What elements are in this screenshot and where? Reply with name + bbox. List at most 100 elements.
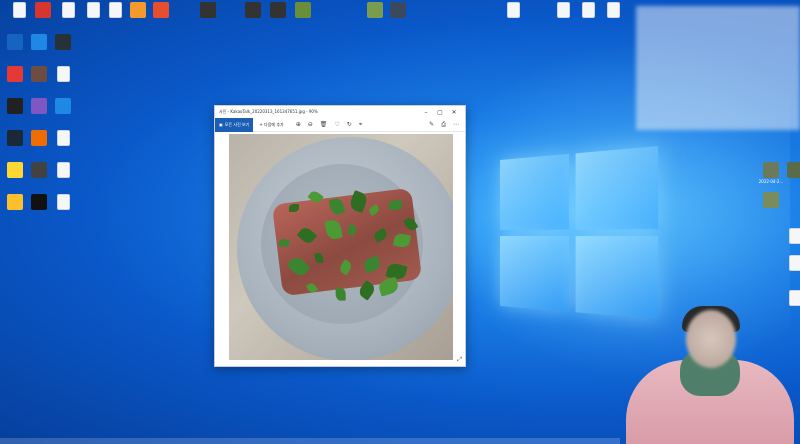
desktop-top-icon-0[interactable] bbox=[6, 2, 32, 19]
desktop-left-icon-2[interactable] bbox=[50, 34, 76, 51]
desktop-left-icon-6-icon bbox=[7, 98, 23, 114]
desktop-top-icon-2-icon bbox=[61, 2, 75, 18]
desktop-right-icon-3[interactable] bbox=[782, 228, 800, 245]
title-bar[interactable]: 사진 - KakaoTalk_20220313_161347651.jpg - … bbox=[215, 106, 465, 118]
desktop-top-icon-0-icon bbox=[12, 2, 26, 18]
print-icon[interactable]: ⎙ bbox=[441, 121, 446, 129]
herb-leaf bbox=[335, 287, 346, 301]
desktop-top-icon-6[interactable] bbox=[148, 2, 174, 19]
desktop-top-icon-2[interactable] bbox=[55, 2, 81, 19]
desktop-right-icon-4[interactable] bbox=[782, 255, 800, 272]
desktop-left-icon-8-icon bbox=[55, 98, 71, 114]
desktop-top-icon-1-icon bbox=[35, 2, 51, 18]
crop-icon[interactable]: ⌖ bbox=[359, 121, 362, 129]
desktop-right-icon-4-icon bbox=[788, 255, 800, 271]
desktop-top-icon-16[interactable] bbox=[600, 2, 626, 19]
blurred-face bbox=[686, 310, 736, 368]
desktop-top-icon-11-icon bbox=[367, 2, 383, 18]
desktop-left-icon-14[interactable] bbox=[50, 162, 76, 179]
desktop-left-icon-8[interactable] bbox=[50, 98, 76, 115]
herb-leaf bbox=[289, 204, 299, 212]
taskbar-edge bbox=[0, 438, 620, 444]
desktop-left-icon-7[interactable] bbox=[26, 98, 52, 115]
desktop-top-icon-16-icon bbox=[606, 2, 620, 18]
desktop-top-icon-7-icon bbox=[200, 2, 216, 18]
desktop-top-icon-14-icon bbox=[556, 2, 570, 18]
desktop-right-icon-1[interactable] bbox=[782, 162, 800, 179]
desktop-top-icon-3-icon bbox=[86, 2, 100, 18]
desktop-top-icon-13-icon bbox=[506, 2, 520, 18]
desktop-right-icon-2[interactable] bbox=[758, 192, 784, 209]
desktop-top-icon-10[interactable] bbox=[290, 2, 316, 19]
desktop-left-icon-16-icon bbox=[31, 194, 47, 210]
food-photo bbox=[229, 134, 453, 360]
see-all-photos-label: 모든 사진 보기 bbox=[224, 121, 250, 127]
desktop-right-icon-1-icon bbox=[787, 162, 800, 178]
desktop-top-icon-9[interactable] bbox=[265, 2, 291, 19]
desktop-top-icon-12[interactable] bbox=[385, 2, 411, 19]
desktop-left-icon-7-icon bbox=[31, 98, 47, 114]
desktop-left-icon-4[interactable] bbox=[26, 66, 52, 83]
desktop-top-icon-1[interactable] bbox=[30, 2, 56, 19]
desktop-left-icon-3[interactable] bbox=[2, 66, 28, 83]
desktop-left-icon-10[interactable] bbox=[26, 130, 52, 147]
desktop-left-icon-2-icon bbox=[55, 34, 71, 50]
zoom-out-icon[interactable]: ⊖ bbox=[308, 121, 313, 129]
add-to-button[interactable]: + 다음에 추가 bbox=[253, 122, 289, 128]
desktop-left-icon-9-icon bbox=[7, 130, 23, 146]
desktop-top-icon-15-icon bbox=[581, 2, 595, 18]
desktop-top-icon-8[interactable] bbox=[240, 2, 266, 19]
desktop-left-icon-6[interactable] bbox=[2, 98, 28, 115]
desktop-top-icon-15[interactable] bbox=[575, 2, 601, 19]
desktop-left-icon-5[interactable] bbox=[50, 66, 76, 83]
desktop-left-icon-12[interactable] bbox=[2, 162, 28, 179]
zoom-in-icon[interactable]: ⊕ bbox=[296, 121, 301, 129]
desktop-left-icon-14-icon bbox=[56, 162, 70, 178]
desktop-top-icon-8-icon bbox=[245, 2, 261, 18]
desktop-top-icon-6-icon bbox=[153, 2, 169, 18]
desktop-right-icon-2-icon bbox=[763, 192, 779, 208]
gallery-icon: ▣ bbox=[219, 122, 223, 127]
windows-logo bbox=[500, 146, 663, 325]
desktop-left-icon-1[interactable] bbox=[26, 34, 52, 51]
desktop-right-icon-5[interactable] bbox=[782, 290, 800, 307]
blurred-region bbox=[636, 6, 800, 130]
desktop-right-icon-3-icon bbox=[788, 228, 800, 244]
desktop-left-icon-13[interactable] bbox=[26, 162, 52, 179]
desktop-top-icon-12-icon bbox=[390, 2, 406, 18]
herb-leaf bbox=[314, 252, 324, 264]
edit-icon[interactable]: ✎ bbox=[429, 121, 434, 129]
webcam-person bbox=[620, 306, 800, 444]
desktop-top-icon-7[interactable] bbox=[195, 2, 221, 19]
desktop-left-icon-15-icon bbox=[7, 194, 23, 210]
desktop-left-icon-13-icon bbox=[31, 162, 47, 178]
delete-icon[interactable]: 🗑 bbox=[320, 121, 328, 129]
desktop-top-icon-13[interactable] bbox=[500, 2, 526, 19]
viewer-toolbar: ▣ 모든 사진 보기 + 다음에 추가 ⊕ ⊖ 🗑 ♡ ↻ ⌖ ✎ ⎙ ⋯ bbox=[215, 117, 465, 132]
desktop-right-icon-5-icon bbox=[788, 290, 800, 306]
resize-icon[interactable]: ⤢ bbox=[457, 356, 462, 364]
desktop-left-icon-11-icon bbox=[56, 130, 70, 146]
desktop-left-icon-17[interactable] bbox=[50, 194, 76, 211]
minimize-button[interactable]: – bbox=[419, 109, 433, 116]
close-button[interactable]: ✕ bbox=[447, 109, 461, 116]
desktop-left-icon-16[interactable] bbox=[26, 194, 52, 211]
rotate-icon[interactable]: ↻ bbox=[347, 121, 352, 129]
desktop-left-icon-0-icon bbox=[7, 34, 23, 50]
desktop-left-icon-11[interactable] bbox=[50, 130, 76, 147]
desktop-left-icon-9[interactable] bbox=[2, 130, 28, 147]
more-options-icon[interactable]: ⋯ bbox=[453, 121, 459, 129]
desktop-left-icon-12-icon bbox=[7, 162, 23, 178]
desktop-left-icon-15[interactable] bbox=[2, 194, 28, 211]
desktop-top-icon-14[interactable] bbox=[550, 2, 576, 19]
desktop-right-icon-0[interactable]: 2022-04-2... bbox=[758, 162, 784, 184]
desktop-top-icon-4-icon bbox=[108, 2, 122, 18]
see-all-photos-button[interactable]: ▣ 모든 사진 보기 bbox=[215, 117, 254, 132]
maximize-button[interactable]: ▢ bbox=[433, 109, 447, 116]
photo-viewer-window[interactable]: 사진 - KakaoTalk_20220313_161347651.jpg - … bbox=[214, 105, 466, 367]
desktop-top-icon-5-icon bbox=[130, 2, 146, 18]
favorite-icon[interactable]: ♡ bbox=[334, 121, 339, 129]
desktop-left-icon-1-icon bbox=[31, 34, 47, 50]
desktop-right-icon-0-label: 2022-04-2... bbox=[758, 179, 784, 184]
desktop-left-icon-0[interactable] bbox=[2, 34, 28, 51]
